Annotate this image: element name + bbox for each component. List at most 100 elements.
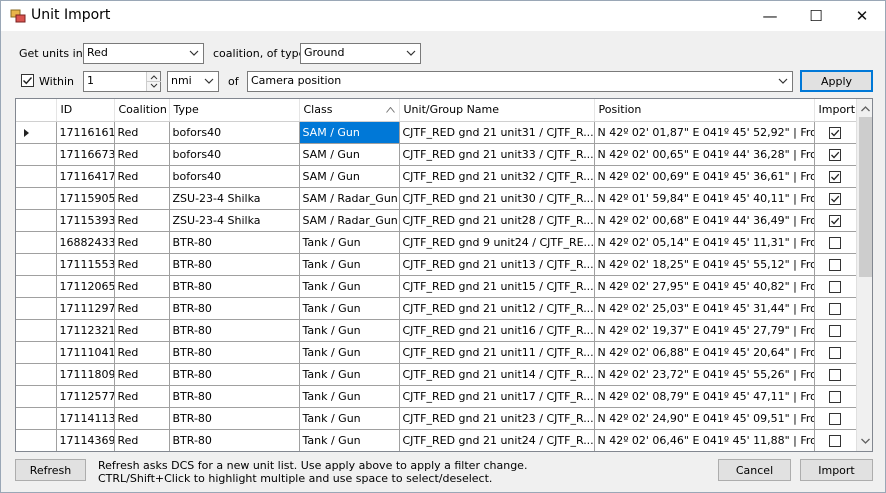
cell-import[interactable] [814,231,857,254]
cell-position[interactable]: N 42º 02' 24,90" E 041º 45' 09,51" | Fro… [594,407,815,430]
table-row[interactable]: 17112577 Red BTR-80 Tank / Gun CJTF_RED gnd … [16,385,857,408]
cell-import[interactable] [814,319,857,342]
cell-id[interactable]: 17116161 [56,121,115,144]
cell-coalition[interactable]: Red [114,231,170,254]
cell-class[interactable]: SAM / Radar_Gun [299,187,400,210]
cell-type[interactable]: BTR-80 [169,275,300,298]
row-header[interactable] [16,165,57,188]
cell-name[interactable]: CJTF_RED gnd 21 unit33 / CJTF_R... [399,143,595,166]
table-row[interactable]: 17114369 Red BTR-80 Tank / Gun CJTF_RED gnd … [16,429,857,451]
cell-type[interactable]: BTR-80 [169,231,300,254]
table-row[interactable]: 17111553 Red BTR-80 Tank / Gun CJTF_RED gnd … [16,253,857,276]
import-checkbox[interactable] [829,214,841,227]
cell-class[interactable]: Tank / Gun [299,297,400,320]
cell-coalition[interactable]: Red [114,253,170,276]
cell-id[interactable]: 17111041 [56,341,115,364]
cell-id[interactable]: 17112321 [56,319,115,342]
column-header-unit-group-name[interactable]: Unit/Group Name [399,99,595,122]
table-row[interactable]: 17111041 Red BTR-80 Tank / Gun CJTF_RED gnd … [16,341,857,364]
cell-import[interactable] [814,187,857,210]
row-header[interactable] [16,187,57,210]
table-row[interactable]: 17116417 Red bofors40 SAM / Gun CJTF_RED gnd… [16,165,857,188]
cell-name[interactable]: CJTF_RED gnd 21 unit24 / CJTF_R... [399,429,595,451]
cell-id[interactable]: 17115905 [56,187,115,210]
cell-name[interactable]: CJTF_RED gnd 21 unit16 / CJTF_R... [399,319,595,342]
apply-button[interactable]: Apply [800,70,873,92]
cell-type[interactable]: BTR-80 [169,297,300,320]
import-checkbox[interactable] [829,192,841,205]
cell-type[interactable]: BTR-80 [169,341,300,364]
cell-position[interactable]: N 42º 01' 59,84" E 041º 45' 40,11" | Fro… [594,187,815,210]
import-checkbox[interactable] [829,170,841,183]
column-header-position[interactable]: Position [594,99,815,122]
cell-class[interactable]: SAM / Radar_Gun [299,209,400,232]
scroll-thumb[interactable] [859,117,872,277]
minimize-button[interactable]: — [747,1,793,31]
row-header[interactable] [16,275,57,298]
column-header-coalition[interactable]: Coalition [114,99,170,122]
cell-name[interactable]: CJTF_RED gnd 21 unit12 / CJTF_R... [399,297,595,320]
distance-spinner[interactable]: 1 [83,71,161,92]
cell-import[interactable] [814,341,857,364]
cell-import[interactable] [814,429,857,451]
column-header-class[interactable]: Class [299,99,400,122]
import-checkbox[interactable] [829,412,841,425]
cell-coalition[interactable]: Red [114,187,170,210]
cell-id[interactable]: 16882433 [56,231,115,254]
row-header[interactable] [16,209,57,232]
vertical-scrollbar[interactable] [856,99,873,451]
cell-type[interactable]: BTR-80 [169,363,300,386]
table-row[interactable]: 17111809 Red BTR-80 Tank / Gun CJTF_RED gnd … [16,363,857,386]
cell-id[interactable]: 17111297 [56,297,115,320]
cell-name[interactable]: CJTF_RED gnd 21 unit30 / CJTF_R... [399,187,595,210]
row-header[interactable] [16,231,57,254]
scroll-up-icon[interactable] [857,101,873,117]
spinner-buttons[interactable] [146,72,161,91]
row-header[interactable] [16,143,57,166]
cell-import[interactable] [814,143,857,166]
cell-import[interactable] [814,385,857,408]
cell-name[interactable]: CJTF_RED gnd 21 unit11 / CJTF_R... [399,341,595,364]
row-header[interactable] [16,319,57,342]
cell-coalition[interactable]: Red [114,363,170,386]
import-checkbox[interactable] [829,346,841,359]
cell-coalition[interactable]: Red [114,297,170,320]
cell-class[interactable]: Tank / Gun [299,429,400,451]
cell-position[interactable]: N 42º 02' 27,95" E 041º 45' 40,82" | Fro… [594,275,815,298]
row-header[interactable] [16,363,57,386]
scroll-down-icon[interactable] [857,433,873,449]
import-checkbox[interactable] [829,236,841,249]
cell-import[interactable] [814,209,857,232]
cell-id[interactable]: 17111809 [56,363,115,386]
cell-name[interactable]: CJTF_RED gnd 21 unit15 / CJTF_R... [399,275,595,298]
cell-type[interactable]: ZSU-23-4 Shilka [169,187,300,210]
cell-type[interactable]: BTR-80 [169,407,300,430]
cell-class[interactable]: Tank / Gun [299,385,400,408]
import-checkbox[interactable] [829,434,841,447]
type-select[interactable]: Ground [300,43,421,64]
import-checkbox[interactable] [829,280,841,293]
cell-id[interactable]: 17115393 [56,209,115,232]
cell-type[interactable]: BTR-80 [169,429,300,451]
refresh-button[interactable]: Refresh [15,459,86,481]
import-checkbox[interactable] [829,148,841,161]
cell-class[interactable]: Tank / Gun [299,319,400,342]
cell-id[interactable]: 17114369 [56,429,115,451]
table-row[interactable]: 17114113 Red BTR-80 Tank / Gun CJTF_RED gnd … [16,407,857,430]
units-grid[interactable]: ID Coalition Type Class Unit/Group Name … [15,98,873,452]
cell-id[interactable]: 17111553 [56,253,115,276]
cell-import[interactable] [814,121,857,144]
row-header[interactable] [16,385,57,408]
cell-coalition[interactable]: Red [114,143,170,166]
cell-type[interactable]: bofors40 [169,165,300,188]
import-checkbox[interactable] [829,258,841,271]
cell-id[interactable]: 17116417 [56,165,115,188]
cell-type[interactable]: BTR-80 [169,319,300,342]
cell-position[interactable]: N 42º 02' 19,37" E 041º 45' 27,79" | Fro… [594,319,815,342]
cell-class[interactable]: Tank / Gun [299,275,400,298]
cell-coalition[interactable]: Red [114,319,170,342]
table-row[interactable]: 17115393 Red ZSU-23-4 Shilka SAM / Radar_Gu… [16,209,857,232]
cancel-button[interactable]: Cancel [718,459,791,481]
column-header-import[interactable]: Import [814,99,857,122]
table-row[interactable]: 17111297 Red BTR-80 Tank / Gun CJTF_RED gnd … [16,297,857,320]
